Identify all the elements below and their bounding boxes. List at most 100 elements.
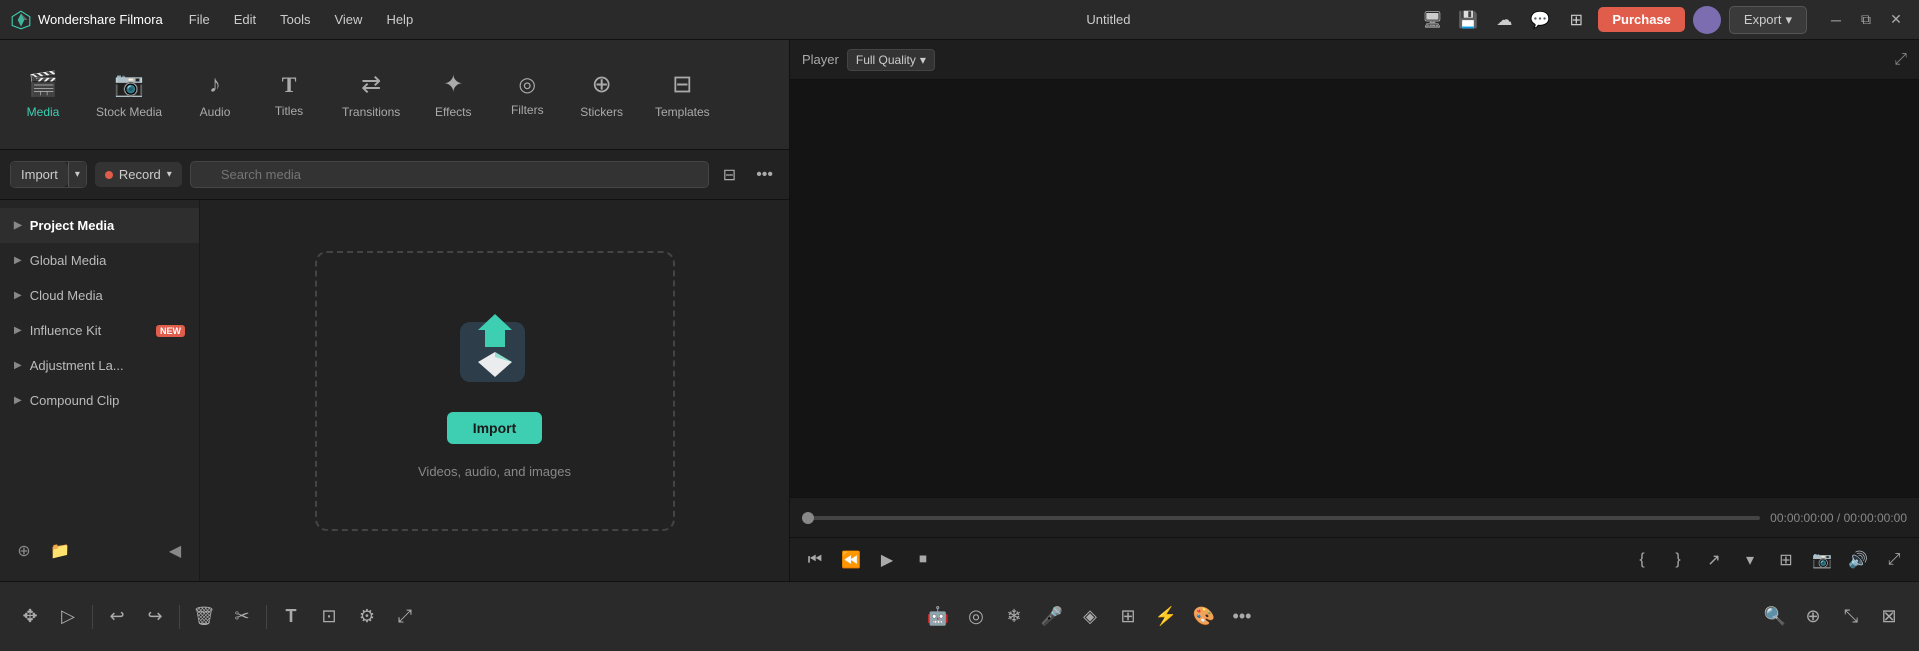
restore-button[interactable]: ⧉ xyxy=(1853,7,1879,33)
import-drop-zone[interactable]: Import Videos, audio, and images xyxy=(315,251,675,531)
export-button[interactable]: Export ▾ xyxy=(1729,6,1807,34)
smart-cutout-icon[interactable]: 🤖 xyxy=(922,601,954,633)
stop-button[interactable]: ⏹ xyxy=(908,545,938,575)
support-icon[interactable]: 💬 xyxy=(1526,6,1554,34)
grid-icon[interactable]: ⊞ xyxy=(1562,6,1590,34)
filters-icon: ◎ xyxy=(519,72,536,97)
sidebar-item-label: Influence Kit xyxy=(30,323,148,338)
player-expand-icon[interactable]: ⤢ xyxy=(1894,51,1907,69)
menu-view[interactable]: View xyxy=(324,8,372,31)
tab-filters-label: Filters xyxy=(511,103,544,117)
progress-thumb[interactable] xyxy=(802,512,814,524)
toolbar-divider xyxy=(179,605,180,629)
sidebar-item-influence-kit[interactable]: ▶ Influence Kit NEW xyxy=(0,313,199,348)
close-button[interactable]: ✕ xyxy=(1883,7,1909,33)
left-panel: 🎬 Media 📷 Stock Media ♪ Audio T Titles ⇄… xyxy=(0,40,790,581)
tab-templates-label: Templates xyxy=(655,105,710,119)
monitor-icon[interactable]: 🖥 xyxy=(1418,6,1446,34)
sidebar-item-label: Adjustment La... xyxy=(30,358,185,373)
purchase-button[interactable]: Purchase xyxy=(1598,7,1685,32)
record-indicator xyxy=(105,171,113,179)
import-dropdown-button[interactable]: ▾ xyxy=(68,162,86,187)
add-to-timeline-icon[interactable]: ⊞ xyxy=(1771,545,1801,575)
tab-audio[interactable]: ♪ Audio xyxy=(180,50,250,140)
sidebar-item-global-media[interactable]: ▶ Global Media xyxy=(0,243,199,278)
tab-filters[interactable]: ◎ Filters xyxy=(492,50,562,140)
cut-tool[interactable]: ✂ xyxy=(226,601,258,633)
main-area: 🎬 Media 📷 Stock Media ♪ Audio T Titles ⇄… xyxy=(0,40,1919,581)
menu-edit[interactable]: Edit xyxy=(224,8,266,31)
menu-tools[interactable]: Tools xyxy=(270,8,320,31)
import-drop-button[interactable]: Import xyxy=(447,412,543,444)
mark-button[interactable]: ↗ xyxy=(1699,545,1729,575)
step-back-button[interactable]: ⏮ xyxy=(800,545,830,575)
tab-effects[interactable]: ✦ Effects xyxy=(418,50,488,140)
frame-back-button[interactable]: ⏪ xyxy=(836,545,866,575)
fit-timeline-icon[interactable]: ⤡ xyxy=(1835,601,1867,633)
tab-media[interactable]: 🎬 Media xyxy=(8,50,78,140)
time-display: 00:00:00:00 / 00:00:00:00 xyxy=(1770,511,1907,525)
keyframe-icon[interactable]: ◈ xyxy=(1074,601,1106,633)
quality-selector[interactable]: Full Quality ▾ xyxy=(847,49,935,71)
collapse-sidebar-icon[interactable]: ◀ xyxy=(161,537,189,565)
app-title: Wondershare Filmora xyxy=(38,12,163,27)
menu-help[interactable]: Help xyxy=(376,8,423,31)
mark-dropdown-icon[interactable]: ▾ xyxy=(1735,545,1765,575)
transform-tool[interactable]: ⤢ xyxy=(389,601,421,633)
cloud-upload-icon[interactable]: ☁ xyxy=(1490,6,1518,34)
sidebar-item-cloud-media[interactable]: ▶ Cloud Media xyxy=(0,278,199,313)
volume-icon[interactable]: 🔊 xyxy=(1843,545,1873,575)
zoom-in-icon[interactable]: ⊕ xyxy=(1797,601,1829,633)
color-icon[interactable]: 🎨 xyxy=(1188,601,1220,633)
filter-button[interactable]: ⊟ xyxy=(717,161,742,189)
ripple-tool[interactable]: ▷ xyxy=(52,601,84,633)
zoom-out-icon[interactable]: 🔍 xyxy=(1759,601,1791,633)
speed-icon[interactable]: ⚡ xyxy=(1150,601,1182,633)
tab-templates[interactable]: ⊟ Templates xyxy=(641,50,724,140)
new-folder-icon[interactable]: ⊕ xyxy=(10,537,38,565)
ai-tool[interactable]: ⚙ xyxy=(351,601,383,633)
snapshot-icon[interactable]: 📷 xyxy=(1807,545,1837,575)
crop-tool[interactable]: ⊡ xyxy=(313,601,345,633)
fullscreen-icon[interactable]: ⤢ xyxy=(1879,545,1909,575)
text-tool[interactable]: T xyxy=(275,601,307,633)
redo-tool[interactable]: ↪ xyxy=(139,601,171,633)
tab-titles[interactable]: T Titles xyxy=(254,50,324,140)
expand-arrow-icon: ▶ xyxy=(14,395,22,406)
progress-track[interactable] xyxy=(802,516,1760,520)
more-options-button[interactable]: ••• xyxy=(750,162,779,188)
more-tools-icon[interactable]: ••• xyxy=(1226,601,1258,633)
sidebar-item-compound-clip[interactable]: ▶ Compound Clip xyxy=(0,383,199,418)
app-logo[interactable]: Wondershare Filmora xyxy=(10,9,163,31)
tab-audio-label: Audio xyxy=(200,105,231,119)
freeze-frame-icon[interactable]: ❄ xyxy=(998,601,1030,633)
tab-stock-media[interactable]: 📷 Stock Media xyxy=(82,50,176,140)
delete-tool[interactable]: 🗑 xyxy=(188,601,220,633)
tab-effects-label: Effects xyxy=(435,105,471,119)
tab-transitions[interactable]: ⇄ Transitions xyxy=(328,50,414,140)
group-icon[interactable]: ⊞ xyxy=(1112,601,1144,633)
tab-transitions-label: Transitions xyxy=(342,105,400,119)
play-button[interactable]: ▶ xyxy=(872,545,902,575)
mark-out-icon[interactable]: } xyxy=(1663,545,1693,575)
import-button[interactable]: Import xyxy=(11,162,68,187)
record-button[interactable]: Record ▾ xyxy=(95,162,182,187)
user-avatar[interactable] xyxy=(1693,6,1721,34)
tab-stickers[interactable]: ⊕ Stickers xyxy=(566,50,637,140)
sidebar-item-adjustment-layer[interactable]: ▶ Adjustment La... xyxy=(0,348,199,383)
sidebar-items: ▶ Project Media ▶ Global Media ▶ Cloud M… xyxy=(0,200,199,426)
mark-in-icon[interactable]: { xyxy=(1627,545,1657,575)
sidebar-item-project-media[interactable]: ▶ Project Media xyxy=(0,208,199,243)
audio-tool-icon[interactable]: 🎤 xyxy=(1036,601,1068,633)
select-tool[interactable]: ✥ xyxy=(14,601,46,633)
minimize-button[interactable]: ─ xyxy=(1823,7,1849,33)
motion-track-icon[interactable]: ◎ xyxy=(960,601,992,633)
project-title: Untitled xyxy=(799,12,1419,27)
save-icon[interactable]: 💾 xyxy=(1454,6,1482,34)
expand-arrow-icon: ▶ xyxy=(14,290,22,301)
snap-icon[interactable]: ⊠ xyxy=(1873,601,1905,633)
folder-open-icon[interactable]: 📁 xyxy=(46,537,74,565)
menu-file[interactable]: File xyxy=(179,8,220,31)
undo-tool[interactable]: ↩ xyxy=(101,601,133,633)
search-input[interactable] xyxy=(190,161,709,188)
